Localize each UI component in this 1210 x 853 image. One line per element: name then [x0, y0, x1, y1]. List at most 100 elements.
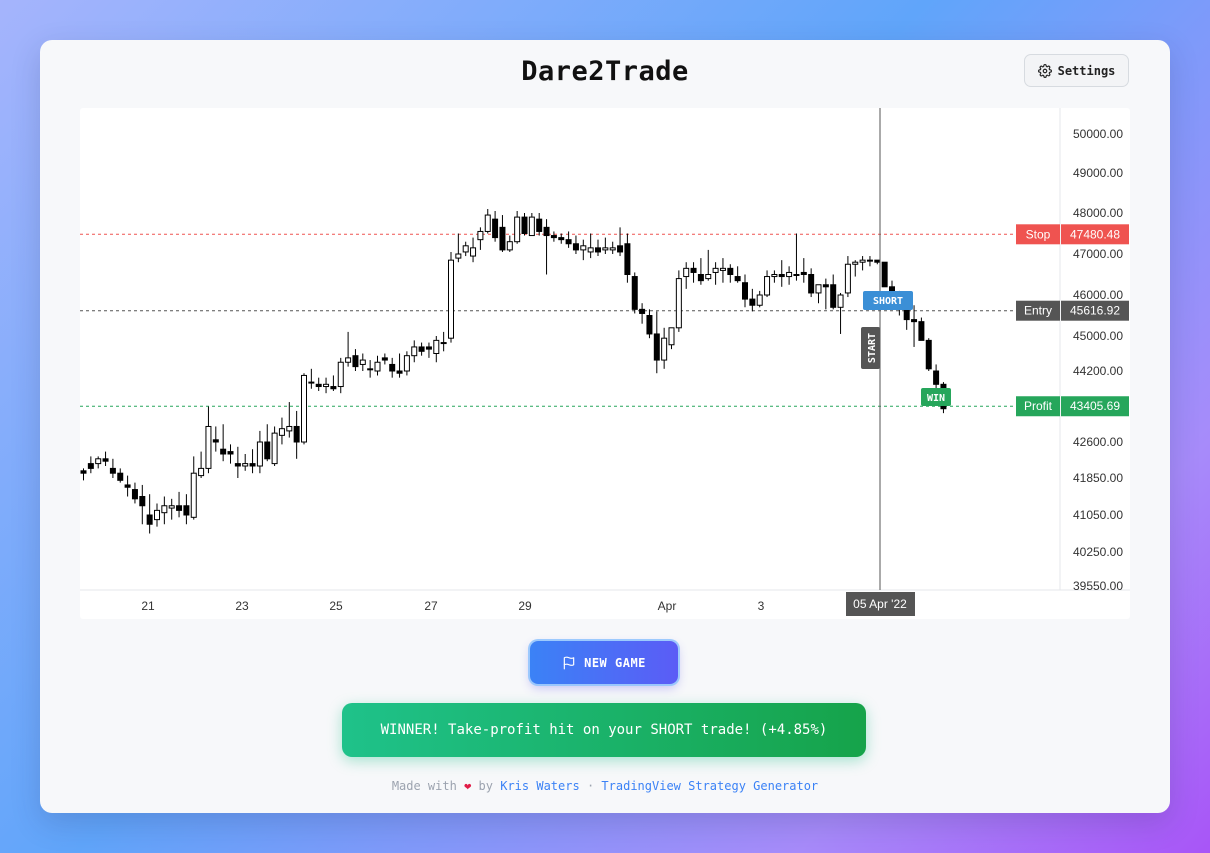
candle-body: [198, 467, 205, 477]
level-price-profit: 43405.69: [1070, 399, 1120, 413]
candle-body: [697, 274, 704, 282]
candle-body: [124, 484, 131, 488]
candle-body: [668, 327, 675, 346]
footer-made-with: Made with: [391, 779, 457, 793]
candle-body: [484, 214, 491, 232]
candle-body: [205, 425, 212, 469]
candle-body: [278, 428, 285, 436]
candle-body: [786, 271, 793, 278]
candle-body: [727, 267, 734, 276]
candle-body: [381, 357, 388, 361]
candle-body: [80, 470, 87, 474]
candle-body: [87, 463, 94, 469]
candle-body: [815, 284, 822, 294]
y-tick-label: 45000.00: [1073, 329, 1123, 343]
candle-body: [403, 355, 410, 372]
gear-icon: [1037, 63, 1052, 78]
y-tick-label: 47000.00: [1073, 247, 1123, 261]
result-message: WINNER! Take-profit hit on your SHORT tr…: [380, 722, 828, 738]
y-tick-label: 39550.00: [1073, 579, 1123, 593]
candlestick-chart-svg[interactable]: 50000.00 49000.00 48000.00 47000.00 46000.00…: [80, 108, 1130, 619]
y-tick-label: 49000.00: [1073, 166, 1123, 180]
candle-body: [109, 467, 116, 474]
candle-body: [837, 294, 844, 308]
candle-body: [345, 357, 352, 363]
candle-body: [617, 245, 624, 253]
candle-body: [661, 337, 668, 361]
settings-label: Settings: [1057, 63, 1116, 78]
candle-body: [771, 274, 778, 278]
candle-body: [653, 333, 660, 361]
candle-body: [543, 226, 550, 237]
candle-body: [749, 298, 756, 306]
candle-body: [190, 472, 197, 518]
start-marker-label: START: [867, 333, 878, 363]
y-tick-label: 50000.00: [1073, 127, 1123, 141]
new-game-label: NEW GAME: [584, 655, 646, 670]
candle-body: [227, 451, 234, 455]
candle-body: [639, 308, 646, 314]
y-tick-label: 41850.00: [1073, 471, 1123, 485]
candle-body: [220, 448, 227, 455]
candle-body: [852, 261, 859, 265]
x-tick-label: 3: [758, 599, 765, 613]
candle-body: [742, 282, 748, 300]
candle-body: [183, 505, 190, 516]
candle-body: [918, 321, 925, 341]
level-name-stop: Stop: [1026, 227, 1051, 241]
heart-icon: ❤: [464, 779, 472, 793]
candle-body: [139, 496, 146, 507]
candle-body: [756, 294, 763, 306]
price-chart[interactable]: 50000.00 49000.00 48000.00 47000.00 46000.00…: [80, 108, 1130, 619]
candle-body: [683, 267, 690, 278]
candle-body: [830, 284, 837, 308]
candle-body: [565, 239, 572, 245]
footer-by: by: [478, 779, 493, 793]
candle-body: [131, 489, 138, 500]
candle-body: [587, 247, 594, 253]
level-price-stop: 47480.48: [1070, 227, 1120, 241]
candle-body: [624, 243, 631, 275]
candle-body: [536, 218, 543, 232]
candle-body: [602, 247, 609, 251]
candle-body: [866, 259, 873, 262]
candle-body: [874, 259, 881, 263]
x-tick-label: 27: [424, 599, 438, 613]
x-tick-label: Apr: [658, 599, 677, 613]
candle-body: [301, 374, 307, 443]
y-tick-label: 42600.00: [1073, 435, 1123, 449]
candle-body: [506, 241, 513, 251]
generator-link[interactable]: TradingView Strategy Generator: [601, 779, 818, 793]
candle-body: [176, 505, 183, 511]
candle-body: [462, 245, 469, 253]
level-name-profit: Profit: [1024, 399, 1053, 413]
candle-body: [859, 259, 866, 263]
candle-body: [367, 368, 374, 371]
candle-body: [161, 505, 168, 514]
level-price-entry: 45616.92: [1070, 304, 1120, 318]
candle-body: [440, 342, 447, 345]
candle-body: [264, 441, 271, 460]
candle-body: [719, 267, 726, 271]
short-marker-label: SHORT: [873, 296, 903, 307]
y-tick-label: 41050.00: [1073, 508, 1123, 522]
candle-body: [911, 319, 918, 323]
candle-body: [256, 441, 263, 467]
candle-body: [778, 274, 785, 278]
candle-body: [822, 284, 829, 288]
app-title: Dare2Trade: [521, 56, 689, 87]
x-tick-label: 23: [235, 599, 249, 613]
candle-body: [95, 458, 102, 465]
candle-body: [675, 278, 682, 329]
candle-body: [102, 458, 109, 462]
author-link[interactable]: Kris Waters: [500, 779, 579, 793]
candle-body: [528, 216, 535, 237]
candle-body: [455, 253, 462, 259]
new-game-button[interactable]: NEW GAME: [530, 641, 678, 684]
candle-body: [359, 359, 366, 365]
candle-body: [492, 218, 499, 239]
candle-body: [396, 370, 403, 374]
settings-button[interactable]: Settings: [1024, 54, 1129, 87]
candle-body: [315, 383, 322, 388]
candle-body: [234, 463, 241, 467]
